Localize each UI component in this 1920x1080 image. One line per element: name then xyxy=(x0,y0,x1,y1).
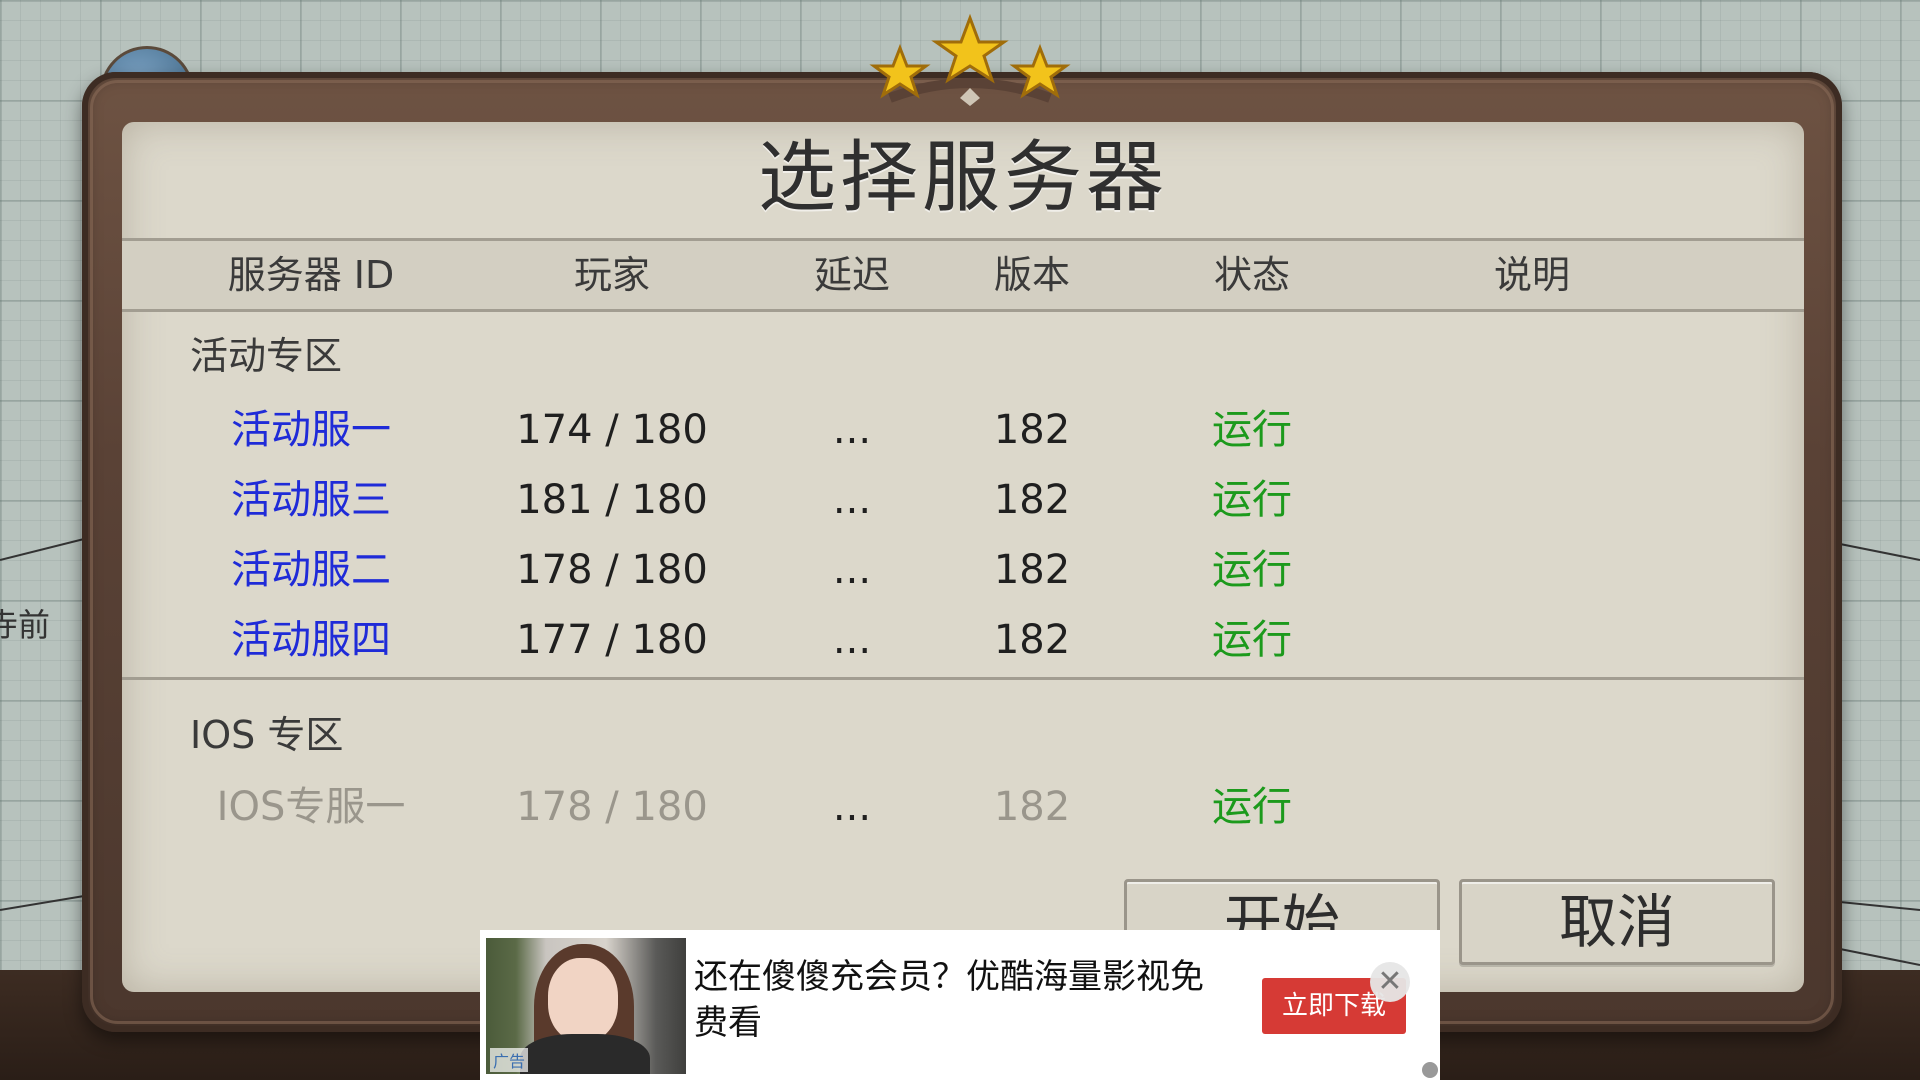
server-row[interactable]: IOS专服一 178 / 180 ... 182 运行 xyxy=(122,772,1804,842)
ad-person-body xyxy=(520,1034,650,1074)
column-header-latency: 延迟 xyxy=(813,253,890,297)
column-header-server-id: 服务器 ID xyxy=(227,253,395,297)
server-status: 运行 xyxy=(1212,784,1292,830)
server-name[interactable]: 活动服一 xyxy=(170,395,452,465)
server-latency: ... xyxy=(832,407,872,453)
server-latency: ... xyxy=(832,547,872,593)
server-list[interactable]: 活动专区 活动服一 174 / 180 ... 182 运行 活动服三 181 … xyxy=(122,309,1804,849)
server-status: 运行 xyxy=(1212,617,1292,663)
server-players: 178 / 180 xyxy=(516,784,708,830)
section-title: IOS 专区 xyxy=(190,713,344,757)
server-latency: ... xyxy=(832,477,872,523)
ad-person-face xyxy=(548,958,618,1042)
server-latency: ... xyxy=(832,617,872,663)
server-section-event: 活动专区 活动服一 174 / 180 ... 182 运行 活动服三 181 … xyxy=(122,309,1804,680)
column-header-players: 玩家 xyxy=(573,253,650,297)
server-name[interactable]: 活动服三 xyxy=(170,465,452,535)
ad-close-icon[interactable]: ✕ xyxy=(1370,962,1410,1002)
ad-image[interactable]: 广告 xyxy=(486,938,686,1074)
server-players: 174 / 180 xyxy=(516,407,708,453)
section-title: 活动专区 xyxy=(190,334,343,378)
server-players: 181 / 180 xyxy=(516,477,708,523)
ad-logo-icon xyxy=(1422,1062,1438,1078)
table-header: 服务器 ID 玩家 延迟 版本 状态 说明 xyxy=(122,238,1804,312)
server-players: 177 / 180 xyxy=(516,617,708,663)
server-row[interactable]: 活动服四 177 / 180 ... 182 运行 xyxy=(122,605,1804,675)
ad-banner[interactable]: 广告 还在傻傻充会员？优酷海量影视免费看 立即下载 ✕ xyxy=(480,930,1440,1080)
server-row[interactable]: 活动服二 178 / 180 ... 182 运行 xyxy=(122,535,1804,605)
server-row[interactable]: 活动服三 181 / 180 ... 182 运行 xyxy=(122,465,1804,535)
column-header-description: 说明 xyxy=(1493,253,1570,297)
server-status: 运行 xyxy=(1212,477,1292,523)
cancel-button[interactable]: 取消 xyxy=(1459,879,1775,965)
server-players: 178 / 180 xyxy=(516,547,708,593)
server-row[interactable]: 活动服一 174 / 180 ... 182 运行 xyxy=(122,395,1804,465)
server-name[interactable]: 活动服二 xyxy=(170,535,452,605)
three-stars-icon xyxy=(869,13,1071,106)
server-name[interactable]: 活动服四 xyxy=(170,605,452,675)
server-status: 运行 xyxy=(1212,547,1292,593)
server-name[interactable]: IOS专服一 xyxy=(170,772,452,842)
server-status: 运行 xyxy=(1212,407,1292,453)
server-latency: ... xyxy=(832,784,872,830)
column-header-status: 状态 xyxy=(1213,253,1290,297)
ad-text[interactable]: 还在傻傻充会员？优酷海量影视免费看 xyxy=(694,954,1234,1046)
dialog-title: 选择服务器 xyxy=(757,133,1168,223)
ad-tag: 广告 xyxy=(490,1048,529,1072)
background-map-label: 寺前 xyxy=(0,606,51,644)
